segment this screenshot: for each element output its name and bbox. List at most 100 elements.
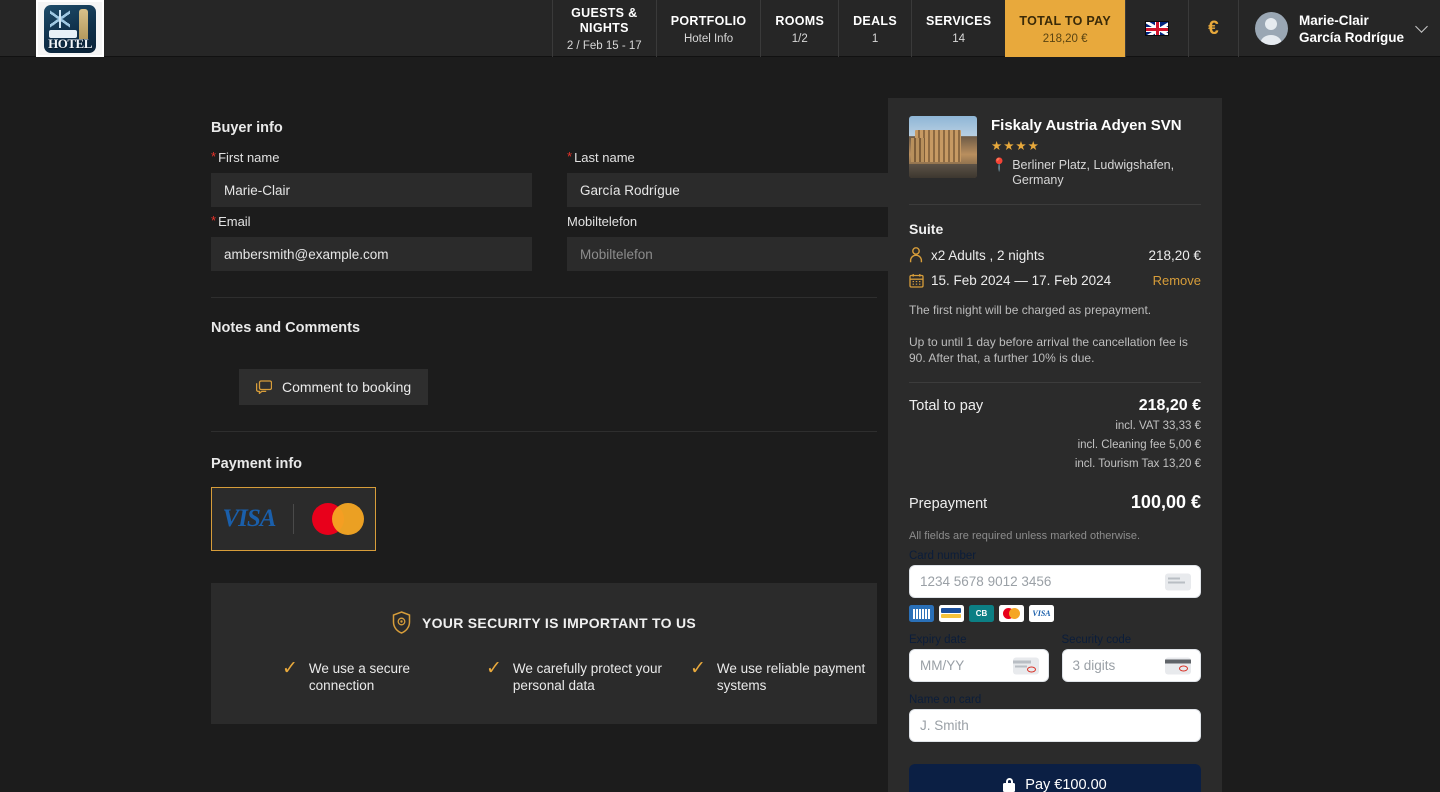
header-nav: GUESTS & NIGHTS 2 / Feb 15 - 17 PORTFOLI… bbox=[551, 0, 1125, 57]
security-item-text: We use a secure connection bbox=[308, 661, 410, 693]
prepayment-row: Prepayment 100,00 € bbox=[909, 492, 1201, 513]
hotel-details: Fiskaly Austria Adyen SVN ★★★★ 📍 Berline… bbox=[991, 116, 1201, 188]
security-heading-row: YOUR SECURITY IS IMPORTANT TO US bbox=[211, 611, 877, 634]
nav-sub: Hotel Info bbox=[683, 32, 734, 45]
nav-item-services[interactable]: SERVICES 14 bbox=[910, 0, 1005, 57]
lock-icon bbox=[1003, 778, 1016, 792]
user-name-block: Marie-Clair García Rodrígue bbox=[1299, 12, 1404, 46]
header-right-controls: € Marie-Clair García Rodrígue bbox=[1124, 0, 1440, 57]
currency-selector[interactable]: € bbox=[1187, 0, 1238, 57]
avatar bbox=[1254, 12, 1288, 45]
expiry-placeholder: MM/YY bbox=[920, 658, 965, 673]
nav-item-rooms[interactable]: ROOMS 1/2 bbox=[760, 0, 838, 57]
security-item: ✓ We carefully protect your personal dat… bbox=[486, 658, 672, 694]
prepayment-label: Prepayment bbox=[909, 496, 988, 512]
nav-item-guests-nights[interactable]: GUESTS & NIGHTS 2 / Feb 15 - 17 bbox=[551, 0, 656, 57]
nav-title: TOTAL TO PAY bbox=[1019, 13, 1111, 28]
nav-title: GUESTS & NIGHTS bbox=[571, 6, 638, 35]
logo-wordmark: HOTEL bbox=[48, 35, 92, 51]
buyer-info-title: Buyer info bbox=[211, 120, 283, 136]
check-icon: ✓ bbox=[282, 658, 298, 679]
panel-divider-2 bbox=[909, 382, 1201, 383]
mastercard-icon-small bbox=[999, 605, 1024, 622]
calendar-icon bbox=[909, 273, 931, 288]
card-number-input[interactable]: 1234 5678 9012 3456 bbox=[909, 565, 1201, 598]
cancellation-note: Up to until 1 day before arrival the can… bbox=[909, 335, 1188, 365]
card-number-placeholder: 1234 5678 9012 3456 bbox=[920, 574, 1052, 589]
nav-item-portfolio[interactable]: PORTFOLIO Hotel Info bbox=[655, 0, 761, 57]
mastercard-icon bbox=[312, 503, 365, 535]
card-number-label: Card number bbox=[909, 550, 977, 562]
comment-icon bbox=[256, 380, 272, 394]
required-fields-note: All fields are required unless marked ot… bbox=[909, 530, 1141, 542]
section-divider bbox=[211, 297, 877, 298]
expiry-card-icon bbox=[1012, 657, 1039, 674]
comment-to-booking-button[interactable]: Comment to booking bbox=[239, 369, 429, 405]
cvc-card-icon bbox=[1165, 657, 1191, 674]
last-name-input[interactable] bbox=[567, 173, 888, 207]
name-on-card-input[interactable]: J. Smith bbox=[909, 709, 1201, 742]
card-brand-option[interactable]: VISA bbox=[211, 487, 376, 551]
maestro-icon bbox=[939, 605, 964, 622]
check-icon: ✓ bbox=[486, 658, 502, 679]
booking-panel: Fiskaly Austria Adyen SVN ★★★★ 📍 Berline… bbox=[888, 98, 1222, 792]
section-divider-2 bbox=[211, 431, 877, 432]
nav-title: PORTFOLIO bbox=[670, 13, 747, 28]
brand-separator bbox=[293, 504, 295, 534]
accepted-card-brands: CB VISA bbox=[909, 605, 1201, 622]
last-name-label-text: Last name bbox=[574, 150, 635, 165]
nav-sub: 1/2 bbox=[791, 32, 808, 45]
nav-item-deals[interactable]: DEALS 1 bbox=[838, 0, 911, 57]
panel-divider-1 bbox=[909, 204, 1201, 205]
first-name-input[interactable] bbox=[211, 173, 532, 207]
shield-icon bbox=[392, 611, 411, 634]
incl-vat: incl. VAT 33,33 € bbox=[1115, 420, 1201, 432]
user-menu[interactable]: Marie-Clair García Rodrígue bbox=[1237, 0, 1440, 57]
user-name-last: García Rodrígue bbox=[1298, 29, 1404, 45]
remove-room-button[interactable]: Remove bbox=[1153, 273, 1201, 288]
nav-sub: 2 / Feb 15 - 17 bbox=[566, 40, 642, 52]
app-header: HOTEL GUESTS & NIGHTS 2 / Feb 15 - 17 PO… bbox=[0, 0, 1440, 57]
nav-item-total-to-pay[interactable]: TOTAL TO PAY 218,20 € bbox=[1005, 0, 1125, 57]
last-name-field-group: * Last name bbox=[567, 150, 888, 207]
room-type-title: Suite bbox=[909, 221, 944, 237]
guests-price: 218,20 € bbox=[1148, 247, 1201, 263]
phone-input[interactable] bbox=[567, 237, 888, 271]
payment-info-section: Payment info VISA bbox=[211, 456, 888, 551]
phone-label-text: Mobiltelefon bbox=[567, 214, 638, 229]
checkout-form-column: Buyer info * First name * Last name bbox=[0, 57, 888, 792]
security-item-text: We carefully protect your personal data bbox=[512, 661, 662, 693]
expiry-input[interactable]: MM/YY bbox=[909, 649, 1049, 682]
logo-lamp-decor bbox=[79, 8, 88, 39]
email-input[interactable] bbox=[211, 237, 532, 271]
expiry-group: Expiry date MM/YY bbox=[909, 634, 1049, 682]
cvc-input[interactable]: 3 digits bbox=[1061, 649, 1201, 682]
nav-title: SERVICES bbox=[925, 13, 992, 28]
booking-summary-column: Fiskaly Austria Adyen SVN ★★★★ 📍 Berline… bbox=[888, 57, 1440, 792]
nav-title: ROOMS bbox=[775, 13, 825, 28]
security-item-text: We use reliable payment systems bbox=[716, 661, 866, 693]
hotel-logo[interactable]: HOTEL bbox=[36, 0, 104, 57]
hotel-star-rating: ★★★★ bbox=[991, 139, 1040, 153]
expiry-cvc-row: Expiry date MM/YY Security code 3 digits bbox=[909, 634, 1201, 682]
uk-flag-icon bbox=[1144, 21, 1169, 36]
guests-text: x2 Adults , 2 nights bbox=[931, 247, 1045, 263]
nav-title: DEALS bbox=[853, 13, 897, 28]
jcb-icon bbox=[909, 605, 934, 622]
total-label: Total to pay bbox=[909, 398, 984, 414]
required-marker: * bbox=[211, 149, 217, 164]
last-name-label: * Last name bbox=[567, 150, 888, 165]
pay-button[interactable]: Pay €100.00 bbox=[909, 764, 1201, 792]
pay-button-label: Pay €100.00 bbox=[1025, 777, 1107, 792]
card-payment-form: All fields are required unless marked ot… bbox=[888, 530, 1222, 742]
phone-field-group: Mobiltelefon bbox=[567, 214, 888, 271]
visa-icon: VISA bbox=[222, 505, 277, 532]
guests-line: x2 Adults , 2 nights 218,20 € bbox=[909, 247, 1201, 263]
security-item: ✓ We use a secure connection bbox=[282, 658, 468, 694]
chevron-down-icon bbox=[1415, 20, 1428, 33]
name-on-card-group: Name on card J. Smith bbox=[909, 694, 1201, 742]
page-body: Buyer info * First name * Last name bbox=[0, 57, 1440, 792]
payment-info-title: Payment info bbox=[211, 456, 303, 472]
prepayment-value: 100,00 € bbox=[1130, 492, 1201, 512]
language-selector[interactable] bbox=[1126, 0, 1188, 57]
